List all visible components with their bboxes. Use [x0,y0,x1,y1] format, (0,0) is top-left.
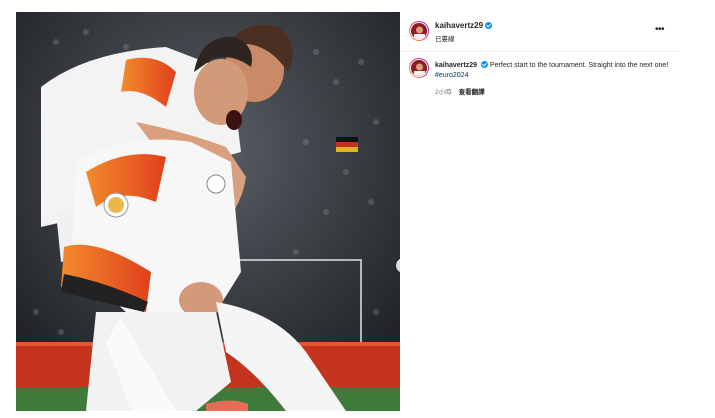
post-photo[interactable] [16,12,400,411]
verified-badge-icon [481,61,489,68]
more-options-icon[interactable]: ••• [655,24,665,35]
username-text[interactable]: kaihavertz29 [435,21,483,30]
avatar-image [410,22,428,40]
left-gutter [0,0,16,418]
caption-text: kaihavertz29 Perfect start to the tourna… [435,61,671,81]
caption-body: Perfect start to the tournament. Straigh… [489,62,669,69]
post-location[interactable]: 已婁線 [435,33,455,43]
see-translation-button[interactable]: 查看翻譯 [459,89,485,96]
right-margin [680,0,715,418]
caption-username[interactable]: kaihavertz29 [435,62,477,69]
photo-illustration [16,12,400,411]
author-username-header[interactable]: kaihavertz29 [435,21,493,30]
timestamp[interactable]: 2小時 [435,89,452,96]
avatar-image [410,59,428,77]
caption-meta: 2小時 查看翻譯 [435,86,492,96]
post-header: kaihavertz29 已婁線 ••• [400,12,678,52]
post-details-panel: kaihavertz29 已婁線 ••• kaihavertz29 Perfec… [400,12,680,411]
author-avatar[interactable] [409,21,429,41]
verified-badge-icon [485,22,493,29]
caption-avatar[interactable] [409,58,429,78]
hashtag-link[interactable]: #euro2024 [435,72,468,79]
